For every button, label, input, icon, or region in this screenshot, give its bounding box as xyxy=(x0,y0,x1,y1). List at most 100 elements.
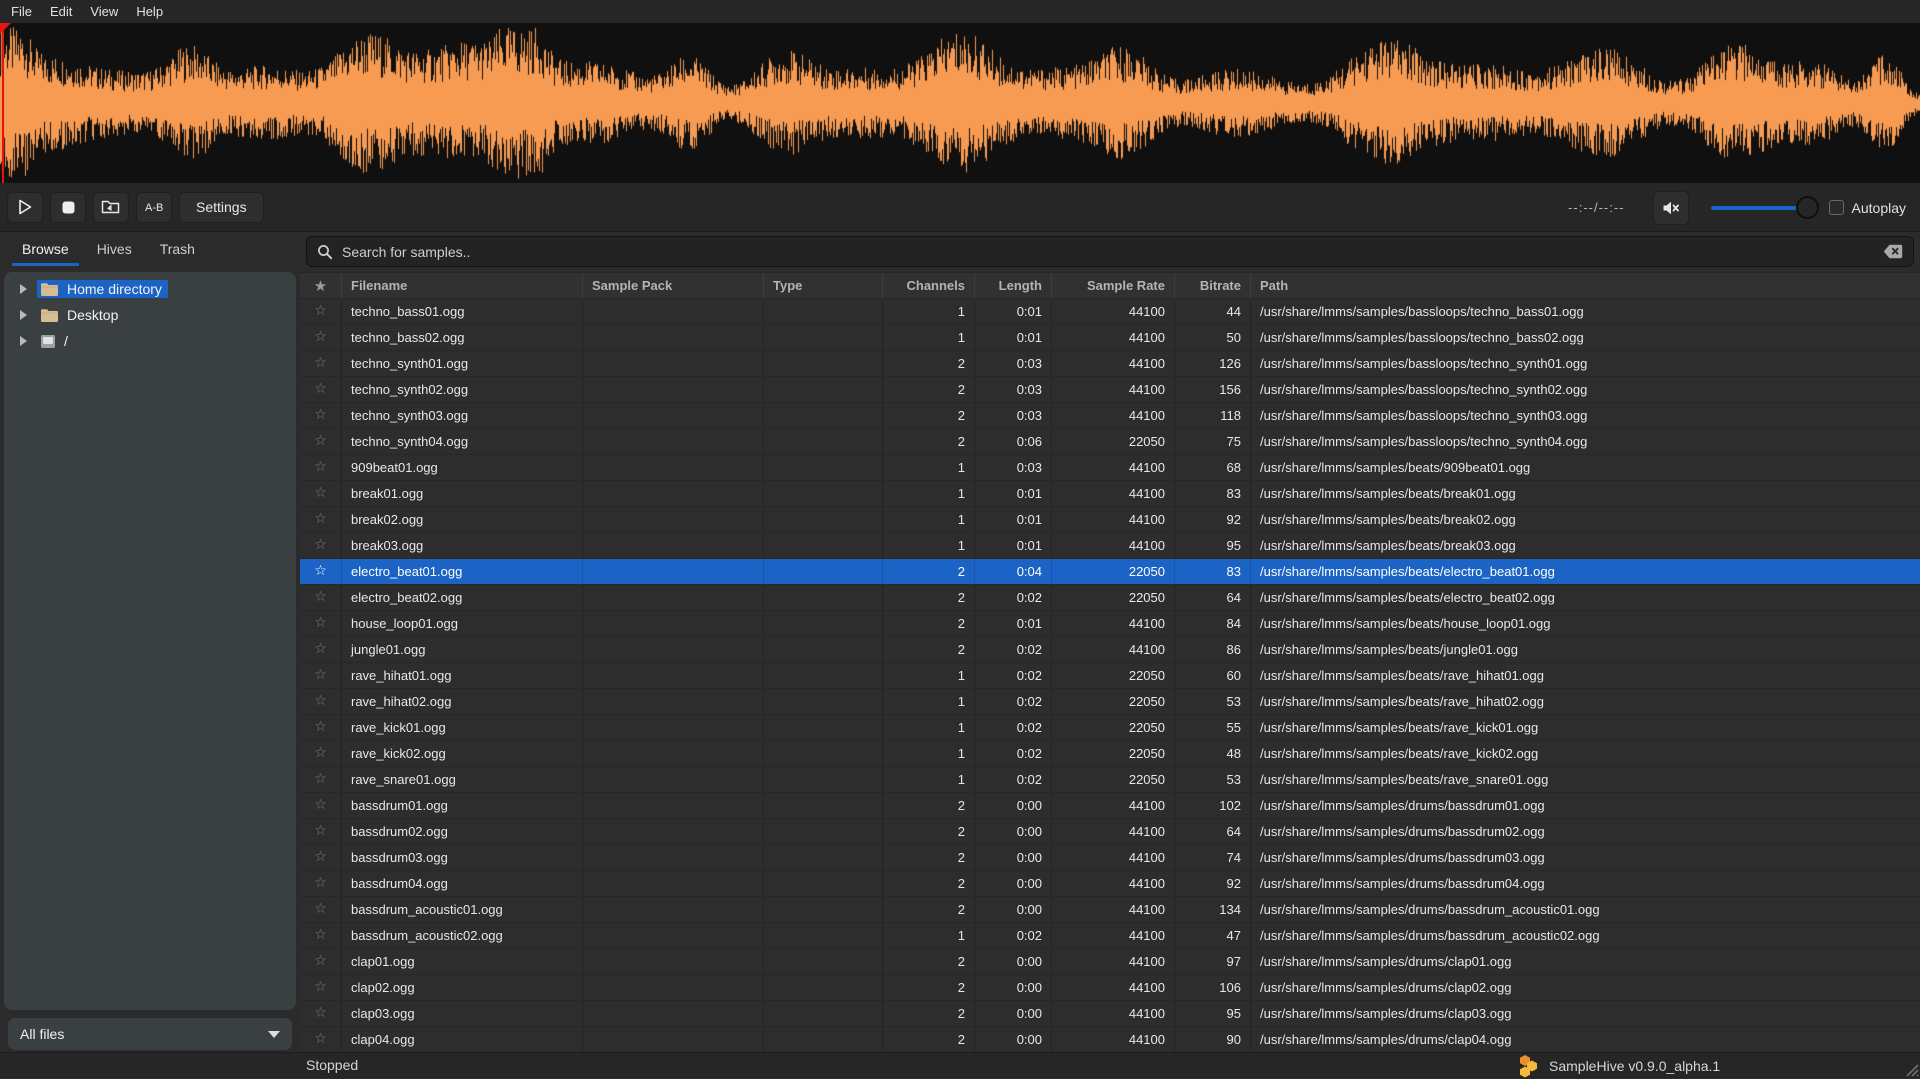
table-row[interactable]: ☆techno_synth03.ogg20:0344100118/usr/sha… xyxy=(300,403,1920,429)
favorite-star-icon[interactable]: ☆ xyxy=(300,689,342,714)
table-row[interactable]: ☆rave_hihat02.ogg10:022205053/usr/share/… xyxy=(300,689,1920,715)
table-row[interactable]: ☆clap01.ogg20:004410097/usr/share/lmms/s… xyxy=(300,949,1920,975)
column-header-channels[interactable]: Channels xyxy=(883,273,975,298)
mute-button[interactable] xyxy=(1653,191,1689,225)
table-row[interactable]: ☆bassdrum_acoustic02.ogg10:024410047/usr… xyxy=(300,923,1920,949)
waveform-canvas[interactable] xyxy=(0,23,1920,183)
search-input[interactable] xyxy=(342,244,1883,260)
column-header-sample-rate[interactable]: Sample Rate xyxy=(1052,273,1175,298)
column-header-favorite[interactable]: ★ xyxy=(300,273,342,298)
table-row[interactable]: ☆techno_bass02.ogg10:014410050/usr/share… xyxy=(300,325,1920,351)
tree-item-cell[interactable]: Desktop xyxy=(37,306,124,324)
tab-browse[interactable]: Browse xyxy=(8,232,83,268)
tree-item-desktop[interactable]: Desktop xyxy=(4,302,296,328)
stop-button[interactable] xyxy=(50,192,86,223)
resize-grip[interactable] xyxy=(1903,1061,1919,1077)
favorite-star-icon[interactable]: ☆ xyxy=(300,897,342,922)
favorite-star-icon[interactable]: ☆ xyxy=(300,845,342,870)
favorite-star-icon[interactable]: ☆ xyxy=(300,793,342,818)
table-row[interactable]: ☆break01.ogg10:014410083/usr/share/lmms/… xyxy=(300,481,1920,507)
table-row[interactable]: ☆bassdrum04.ogg20:004410092/usr/share/lm… xyxy=(300,871,1920,897)
table-row[interactable]: ☆techno_synth04.ogg20:062205075/usr/shar… xyxy=(300,429,1920,455)
table-row[interactable]: ☆jungle01.ogg20:024410086/usr/share/lmms… xyxy=(300,637,1920,663)
favorite-star-icon[interactable]: ☆ xyxy=(300,871,342,896)
favorite-star-icon[interactable]: ☆ xyxy=(300,481,342,506)
favorite-star-icon[interactable]: ☆ xyxy=(300,715,342,740)
table-row[interactable]: ☆clap04.ogg20:004410090/usr/share/lmms/s… xyxy=(300,1027,1920,1053)
menu-item-edit[interactable]: Edit xyxy=(41,0,81,23)
table-row[interactable]: ☆electro_beat01.ogg20:042205083/usr/shar… xyxy=(300,559,1920,585)
table-row[interactable]: ☆techno_synth02.ogg20:0344100156/usr/sha… xyxy=(300,377,1920,403)
table-row[interactable]: ☆techno_bass01.ogg10:014410044/usr/share… xyxy=(300,299,1920,325)
cell-filename: clap01.ogg xyxy=(342,949,583,974)
play-button[interactable] xyxy=(7,192,43,223)
column-header-sample-pack[interactable]: Sample Pack xyxy=(583,273,764,298)
tab-trash[interactable]: Trash xyxy=(146,232,209,268)
waveform-display[interactable] xyxy=(0,23,1920,183)
file-filter-dropdown[interactable]: All files xyxy=(8,1018,292,1050)
column-header-filename[interactable]: Filename xyxy=(342,273,583,298)
table-row[interactable]: ☆house_loop01.ogg20:014410084/usr/share/… xyxy=(300,611,1920,637)
autoplay-checkbox[interactable] xyxy=(1829,200,1844,215)
table-row[interactable]: ☆break03.ogg10:014410095/usr/share/lmms/… xyxy=(300,533,1920,559)
table-row[interactable]: ☆break02.ogg10:014410092/usr/share/lmms/… xyxy=(300,507,1920,533)
favorite-star-icon[interactable]: ☆ xyxy=(300,299,342,324)
expand-arrow-icon[interactable] xyxy=(20,310,27,320)
favorite-star-icon[interactable]: ☆ xyxy=(300,377,342,402)
favorite-star-icon[interactable]: ☆ xyxy=(300,533,342,558)
tree-item--[interactable]: / xyxy=(4,328,296,354)
favorite-star-icon[interactable]: ☆ xyxy=(300,1001,342,1026)
table-row[interactable]: ☆rave_kick01.ogg10:022205055/usr/share/l… xyxy=(300,715,1920,741)
tree-item-cell[interactable]: Home directory xyxy=(37,280,168,298)
favorite-star-icon[interactable]: ☆ xyxy=(300,767,342,792)
favorite-star-icon[interactable]: ☆ xyxy=(300,637,342,662)
table-row[interactable]: ☆rave_snare01.ogg10:022205053/usr/share/… xyxy=(300,767,1920,793)
favorite-star-icon[interactable]: ☆ xyxy=(300,351,342,376)
column-header-path[interactable]: Path xyxy=(1251,273,1920,298)
menu-item-file[interactable]: File xyxy=(2,0,41,23)
table-row[interactable]: ☆bassdrum01.ogg20:0044100102/usr/share/l… xyxy=(300,793,1920,819)
favorite-star-icon[interactable]: ☆ xyxy=(300,507,342,532)
table-row[interactable]: ☆rave_hihat01.ogg10:022205060/usr/share/… xyxy=(300,663,1920,689)
favorite-star-icon[interactable]: ☆ xyxy=(300,455,342,480)
column-header-length[interactable]: Length xyxy=(975,273,1052,298)
clear-search-icon[interactable] xyxy=(1883,244,1903,259)
favorite-star-icon[interactable]: ☆ xyxy=(300,1027,342,1052)
table-row[interactable]: ☆electro_beat02.ogg20:022205064/usr/shar… xyxy=(300,585,1920,611)
favorite-star-icon[interactable]: ☆ xyxy=(300,923,342,948)
favorite-star-icon[interactable]: ☆ xyxy=(300,611,342,636)
table-row[interactable]: ☆909beat01.ogg10:034410068/usr/share/lmm… xyxy=(300,455,1920,481)
favorite-star-icon[interactable]: ☆ xyxy=(300,585,342,610)
favorite-star-icon[interactable]: ☆ xyxy=(300,975,342,1000)
menu-item-help[interactable]: Help xyxy=(127,0,172,23)
menu-item-view[interactable]: View xyxy=(81,0,127,23)
ab-loop-button[interactable]: A-B xyxy=(136,192,172,223)
table-row[interactable]: ☆techno_synth01.ogg20:0344100126/usr/sha… xyxy=(300,351,1920,377)
table-row[interactable]: ☆clap03.ogg20:004410095/usr/share/lmms/s… xyxy=(300,1001,1920,1027)
tab-hives[interactable]: Hives xyxy=(83,232,146,268)
favorite-star-icon[interactable]: ☆ xyxy=(300,559,342,584)
expand-arrow-icon[interactable] xyxy=(20,284,27,294)
volume-slider[interactable] xyxy=(1711,196,1815,220)
favorite-star-icon[interactable]: ☆ xyxy=(300,949,342,974)
open-folder-button[interactable] xyxy=(93,192,129,223)
tree-item-home-directory[interactable]: Home directory xyxy=(4,276,296,302)
favorite-star-icon[interactable]: ☆ xyxy=(300,663,342,688)
expand-arrow-icon[interactable] xyxy=(20,336,27,346)
favorite-star-icon[interactable]: ☆ xyxy=(300,741,342,766)
volume-knob[interactable] xyxy=(1796,196,1819,219)
search-bar[interactable] xyxy=(306,236,1914,267)
table-row[interactable]: ☆rave_kick02.ogg10:022205048/usr/share/l… xyxy=(300,741,1920,767)
tree-item-cell[interactable]: / xyxy=(37,332,74,350)
favorite-star-icon[interactable]: ☆ xyxy=(300,325,342,350)
favorite-star-icon[interactable]: ☆ xyxy=(300,819,342,844)
column-header-type[interactable]: Type xyxy=(764,273,883,298)
favorite-star-icon[interactable]: ☆ xyxy=(300,429,342,454)
column-header-bitrate[interactable]: Bitrate xyxy=(1175,273,1251,298)
table-row[interactable]: ☆bassdrum_acoustic01.ogg20:0044100134/us… xyxy=(300,897,1920,923)
table-row[interactable]: ☆bassdrum02.ogg20:004410064/usr/share/lm… xyxy=(300,819,1920,845)
table-row[interactable]: ☆clap02.ogg20:0044100106/usr/share/lmms/… xyxy=(300,975,1920,1001)
settings-button[interactable]: Settings xyxy=(179,192,264,223)
favorite-star-icon[interactable]: ☆ xyxy=(300,403,342,428)
table-row[interactable]: ☆bassdrum03.ogg20:004410074/usr/share/lm… xyxy=(300,845,1920,871)
